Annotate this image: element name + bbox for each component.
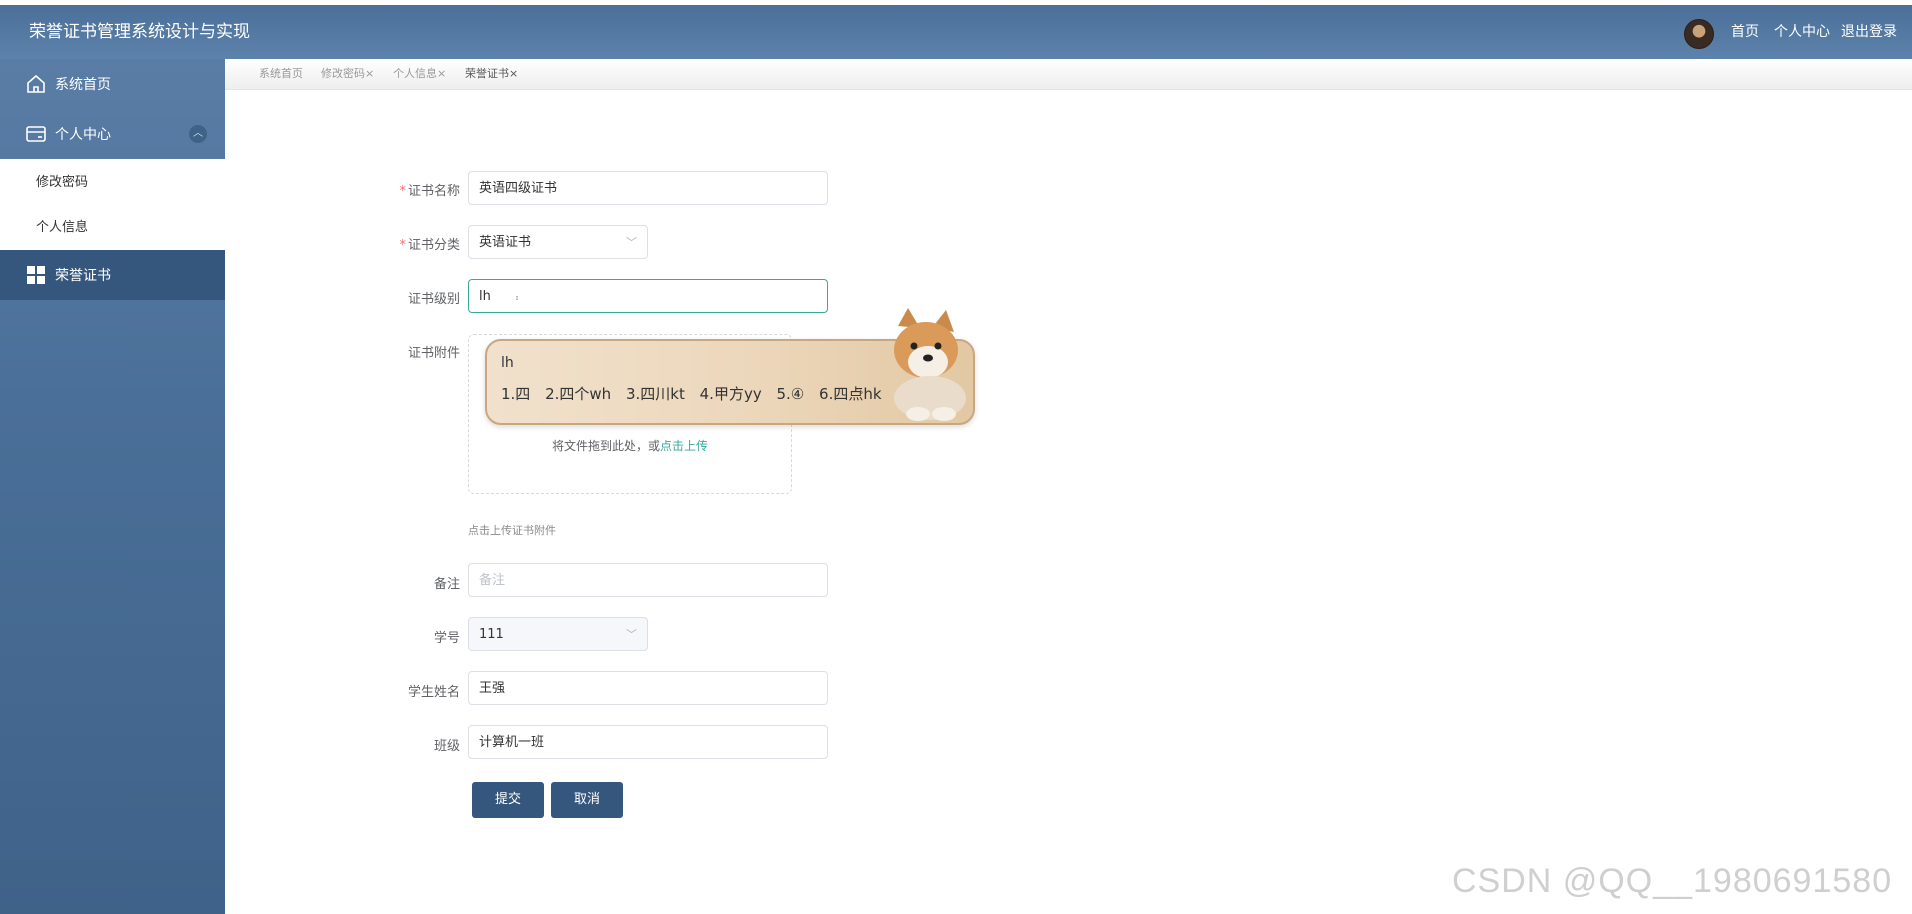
close-icon[interactable]: × (365, 67, 374, 80)
sidebar-subitem-change-password[interactable]: 修改密码 (36, 171, 88, 190)
nav-home-link[interactable]: 首页 (1731, 5, 1759, 59)
student-id-label: 学号 (433, 631, 460, 646)
cert-name-label: * 证书名称 (399, 184, 460, 199)
cert-level-input[interactable]: lh (468, 279, 828, 313)
card-icon (25, 123, 47, 145)
grid-icon (25, 264, 47, 286)
remark-input[interactable]: 备注 (468, 563, 828, 597)
sidebar: 系统首页 个人中心 ︿ 修改密码 个人信息 荣誉证书 (0, 59, 225, 914)
sidebar-item-home[interactable]: 系统首页 (0, 59, 225, 109)
cancel-button[interactable]: 取消 (551, 782, 623, 818)
tabs-bar: 系统首页 修改密码× 个人信息× 荣誉证书× (225, 59, 1912, 90)
tab-honor-certificate[interactable]: 荣誉证书× (465, 59, 518, 89)
avatar[interactable] (1684, 19, 1714, 49)
top-header: 荣誉证书管理系统设计与实现 首页 个人中心 退出登录 (0, 5, 1912, 59)
ime-candidate[interactable]: 2.四个wh (545, 385, 611, 403)
upload-link[interactable]: 点击上传 (660, 439, 708, 453)
student-name-label: 学生姓名 (407, 685, 460, 700)
ime-candidate[interactable]: 3.四川kt (626, 385, 685, 403)
class-input[interactable]: 计算机一班 (468, 725, 828, 759)
cert-name-input[interactable]: 英语四级证书 (468, 171, 828, 205)
sidebar-item-label: 系统首页 (55, 77, 111, 93)
ime-composition: lh (501, 355, 514, 371)
sidebar-item-label: 个人中心 (55, 127, 111, 143)
chevron-up-icon[interactable]: ︿ (189, 125, 207, 143)
app-title: 荣誉证书管理系统设计与实现 (29, 22, 250, 42)
cert-category-label: * 证书分类 (399, 238, 460, 253)
ime-candidate[interactable]: 5.④ (777, 385, 805, 403)
class-label: 班级 (433, 739, 460, 754)
submit-button[interactable]: 提交 (472, 782, 544, 818)
watermark: CSDN @QQ__1980691580 (1452, 862, 1893, 900)
upload-text: 将文件拖到此处，或点击上传 (551, 439, 709, 453)
cert-level-label: 证书级别 (407, 292, 460, 307)
ime-candidate-list: 1.四 2.四个wh 3.四川kt 4.甲方yy 5.④ 6.四点hk (501, 383, 892, 404)
sidebar-item-honor-certificate[interactable]: 荣誉证书 (0, 250, 225, 300)
chevron-down-icon: ﹀ (626, 236, 637, 249)
chevron-right-icon[interactable]: › (859, 385, 864, 399)
student-id-select[interactable]: 111 ﹀ (468, 617, 648, 651)
ime-candidate[interactable]: 4.甲方yy (700, 385, 762, 403)
ime-candidate[interactable]: 1.四 (501, 385, 530, 403)
remark-label: 备注 (433, 577, 460, 592)
chevron-down-icon: ﹀ (626, 628, 637, 641)
nav-personal-center-link[interactable]: 个人中心 (1774, 5, 1830, 59)
ime-candidate[interactable]: 6.四点hk (819, 385, 882, 403)
dog-mascot-image (894, 308, 966, 421)
close-icon[interactable]: × (509, 67, 518, 80)
sidebar-submenu: 修改密码 个人信息 (0, 159, 225, 250)
student-name-input[interactable]: 王强 (468, 671, 828, 705)
sidebar-item-label: 荣誉证书 (55, 268, 111, 284)
sidebar-item-personal-center[interactable]: 个人中心 ︿ (0, 109, 225, 159)
close-icon[interactable]: × (437, 67, 446, 80)
cert-category-select[interactable]: 英语证书 ﹀ (468, 225, 648, 259)
cert-attachment-label: 证书附件 (407, 346, 460, 361)
text-cursor-icon (516, 296, 518, 300)
tab-personal-info[interactable]: 个人信息× (393, 59, 446, 89)
home-icon (25, 73, 47, 95)
nav-logout-link[interactable]: 退出登录 (1841, 5, 1897, 59)
sidebar-subitem-personal-info[interactable]: 个人信息 (36, 216, 88, 235)
attachment-hint: 点击上传证书附件 (468, 524, 556, 537)
tab-change-password[interactable]: 修改密码× (321, 59, 374, 89)
tab-home[interactable]: 系统首页 (259, 59, 303, 89)
